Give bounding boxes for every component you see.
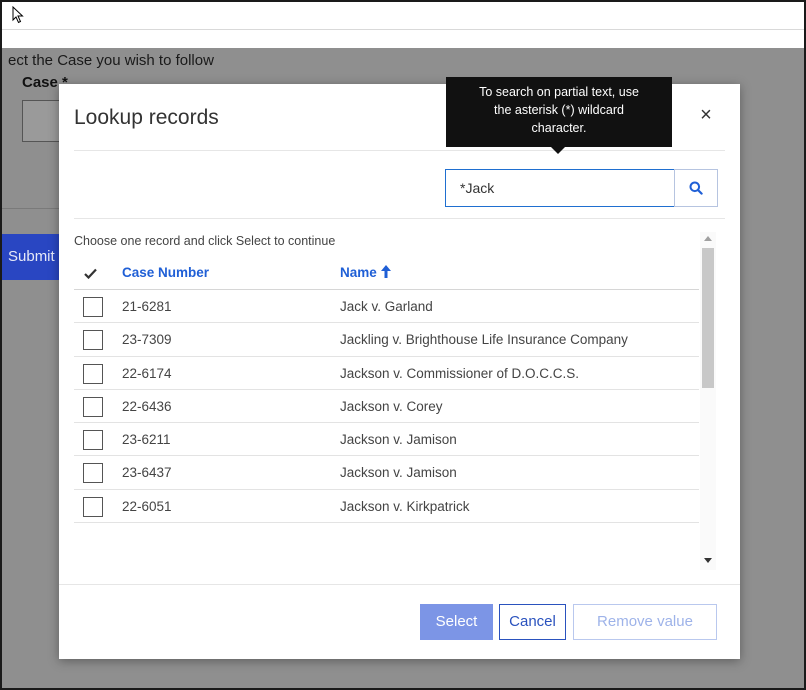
row-case-number: 22-6174 bbox=[122, 365, 172, 381]
top-bar bbox=[2, 2, 804, 30]
table-row[interactable]: 23-7309 Jackling v. Brighthouse Life Ins… bbox=[74, 323, 699, 357]
dialog-title: Lookup records bbox=[74, 106, 219, 129]
search-icon bbox=[689, 181, 703, 195]
close-icon: × bbox=[700, 104, 712, 126]
row-checkbox[interactable] bbox=[83, 330, 103, 351]
row-case-number: 23-6211 bbox=[122, 432, 171, 448]
page-background bbox=[2, 30, 804, 48]
column-header-name-label: Name bbox=[340, 265, 377, 280]
table-row[interactable]: 22-6051 Jackson v. Kirkpatrick bbox=[74, 490, 699, 524]
row-name: Jackson v. Jamison bbox=[340, 465, 457, 481]
search-divider bbox=[74, 218, 725, 219]
close-button[interactable]: × bbox=[695, 104, 717, 126]
row-checkbox[interactable] bbox=[83, 297, 103, 317]
row-name: Jackson v. Corey bbox=[340, 398, 443, 414]
row-case-number: 23-7309 bbox=[122, 332, 172, 348]
row-checkbox[interactable] bbox=[83, 430, 103, 451]
row-checkbox[interactable] bbox=[83, 496, 103, 517]
row-case-number: 23-6437 bbox=[122, 465, 172, 481]
scroll-down-icon[interactable] bbox=[704, 558, 712, 564]
table-row[interactable]: 23-6211 Jackson v. Jamison bbox=[74, 423, 699, 457]
table-row[interactable]: 22-6436 Jackson v. Corey bbox=[74, 390, 699, 424]
tooltip-line: the asterisk (*) wildcard bbox=[494, 103, 624, 117]
column-header-name[interactable]: Name bbox=[340, 265, 391, 280]
search-tooltip: To search on partial text, use the aster… bbox=[446, 77, 672, 147]
page-divider bbox=[2, 208, 62, 209]
footer-divider bbox=[59, 584, 740, 585]
cursor-icon bbox=[12, 5, 24, 29]
row-case-number: 22-6051 bbox=[122, 498, 172, 514]
submit-button[interactable]: Submit bbox=[2, 234, 62, 280]
row-checkbox[interactable] bbox=[83, 463, 103, 484]
row-checkbox[interactable] bbox=[83, 396, 103, 417]
case-lookup-field[interactable] bbox=[22, 100, 62, 142]
lookup-records-dialog: Lookup records × To search on partial te… bbox=[59, 77, 740, 659]
cancel-button[interactable]: Cancel bbox=[499, 604, 566, 640]
remove-value-button[interactable]: Remove value bbox=[573, 604, 717, 640]
tooltip-arrow bbox=[551, 147, 565, 154]
row-name: Jack v. Garland bbox=[340, 299, 433, 314]
row-checkbox[interactable] bbox=[83, 363, 103, 384]
column-header-case-number[interactable]: Case Number bbox=[122, 265, 209, 280]
table-row[interactable]: 21-6281 Jack v. Garland bbox=[74, 290, 699, 324]
row-name: Jackson v. Kirkpatrick bbox=[340, 498, 470, 514]
row-name: Jackling v. Brighthouse Life Insurance C… bbox=[340, 332, 628, 348]
records-table: 21-6281 Jack v. Garland 23-7309 Jackling… bbox=[74, 290, 699, 524]
submit-label: Submit bbox=[8, 248, 55, 265]
table-row[interactable]: 22-6174 Jackson v. Commissioner of D.O.C… bbox=[74, 357, 699, 390]
scroll-up-icon[interactable] bbox=[704, 236, 712, 242]
page-prompt: ect the Case you wish to follow bbox=[8, 52, 214, 69]
tooltip-line: To search on partial text, use bbox=[479, 85, 639, 99]
row-case-number: 22-6436 bbox=[122, 398, 172, 414]
row-name: Jackson v. Jamison bbox=[340, 432, 457, 448]
search-button[interactable] bbox=[674, 169, 718, 207]
tooltip-line: character. bbox=[531, 121, 587, 135]
row-name: Jackson v. Commissioner of D.O.C.C.S. bbox=[340, 365, 580, 381]
table-scrollbar[interactable] bbox=[700, 232, 716, 570]
table-header: Case Number Name bbox=[74, 256, 699, 290]
instruction-text: Choose one record and click Select to co… bbox=[74, 234, 336, 248]
row-case-number: 21-6281 bbox=[122, 299, 172, 314]
scroll-thumb[interactable] bbox=[702, 248, 714, 388]
search-input[interactable] bbox=[445, 169, 675, 207]
table-row[interactable]: 23-6437 Jackson v. Jamison bbox=[74, 456, 699, 490]
sort-up-icon bbox=[380, 265, 391, 278]
header-divider bbox=[74, 150, 725, 151]
select-button[interactable]: Select bbox=[420, 604, 493, 640]
checkmark-icon bbox=[84, 268, 97, 279]
